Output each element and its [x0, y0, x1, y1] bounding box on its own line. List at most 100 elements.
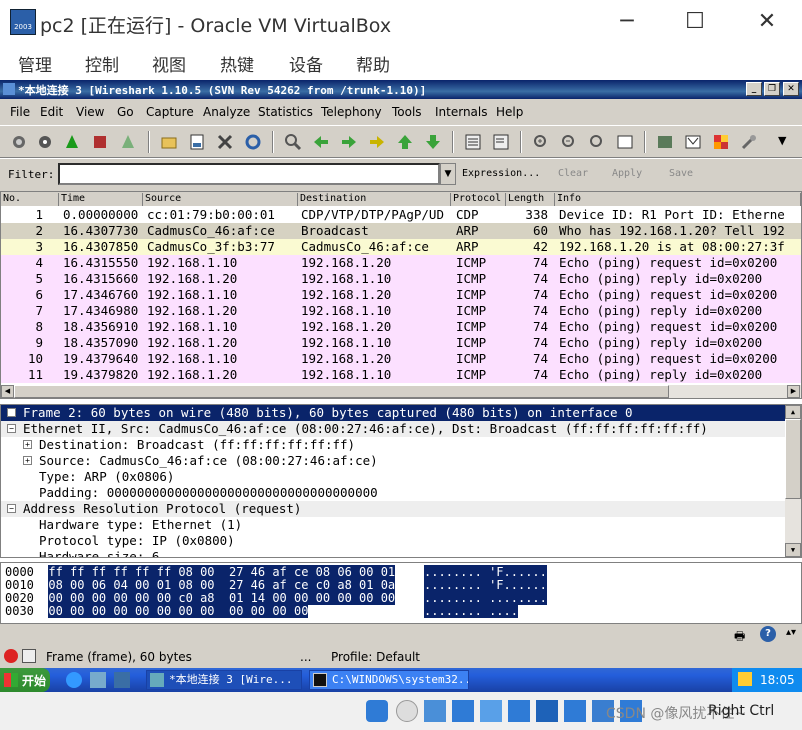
status-profile[interactable]: Profile: Default [331, 650, 420, 664]
packet-row[interactable]: 5 16.4315660 192.168.1.20 192.168.1.10 ICMP 7… [1, 271, 801, 287]
close-file-icon[interactable] [216, 133, 234, 151]
hex-ascii[interactable]: ........ ........ [424, 591, 547, 605]
close-button[interactable]: ✕ [752, 8, 782, 36]
scroll-right-icon[interactable]: ▶ [787, 385, 800, 398]
network-icon[interactable] [452, 700, 474, 722]
find-icon[interactable] [284, 133, 302, 151]
collapse-icon[interactable]: − [7, 504, 16, 513]
detail-row[interactable]: − Ethernet II, Src: CadmusCo_46:af:ce (08… [1, 421, 786, 437]
start-button[interactable]: 开始 [0, 668, 50, 692]
start-capture-icon[interactable] [63, 133, 81, 151]
menu-file[interactable]: File [10, 105, 30, 119]
col-no[interactable]: No. [1, 193, 59, 206]
col-time[interactable]: Time [59, 193, 143, 206]
detail-row[interactable]: − Address Resolution Protocol (request) [1, 501, 786, 517]
host-menu-help[interactable]: 帮助 [356, 51, 390, 76]
detail-row[interactable]: Hardware size: 6 [1, 549, 786, 557]
detail-row[interactable]: + Frame 2: 60 bytes on wire (480 bits), 6… [1, 405, 786, 421]
scroll-down-icon[interactable]: ▼ [785, 543, 801, 557]
packet-row[interactable]: 4 16.4315550 192.168.1.10 192.168.1.20 ICMP 7… [1, 255, 801, 271]
packet-row[interactable]: 6 17.4346760 192.168.1.10 192.168.1.20 ICMP 7… [1, 287, 801, 303]
scroll-left-icon[interactable]: ◀ [1, 385, 14, 398]
preferences-icon[interactable] [740, 133, 758, 151]
expert-info-icon[interactable] [4, 649, 18, 663]
detail-row[interactable]: Type: ARP (0x0806) [1, 469, 786, 485]
collapse-icon[interactable]: − [7, 424, 16, 433]
menu-statistics[interactable]: Statistics [258, 105, 313, 119]
menu-help[interactable]: Help [496, 105, 523, 119]
menu-capture[interactable]: Capture [146, 105, 194, 119]
colorize-icon[interactable] [464, 133, 482, 151]
menu-telephony[interactable]: Telephony [321, 105, 382, 119]
toolbar-overflow-icon[interactable]: ▼ [778, 134, 786, 147]
host-menu-control[interactable]: 控制 [85, 51, 119, 76]
save-filter-button[interactable]: Save [669, 168, 693, 179]
col-info[interactable]: Info [555, 193, 801, 206]
detail-row[interactable]: Padding: 0000000000000000000000000000000… [1, 485, 786, 501]
expand-icon[interactable]: + [7, 408, 16, 417]
hex-bytes[interactable]: ff ff ff ff ff ff 08 00 27 46 af ce 08 0… [48, 565, 396, 579]
interfaces-icon[interactable] [10, 133, 28, 151]
pane-stepper-icon[interactable]: ▴▾ [786, 627, 796, 638]
packet-row[interactable]: 7 17.4346980 192.168.1.20 192.168.1.10 ICMP 7… [1, 303, 801, 319]
display-filters-icon[interactable] [684, 133, 702, 151]
col-length[interactable]: Length [506, 193, 555, 206]
menu-edit[interactable]: Edit [40, 105, 63, 119]
capture-comments-icon[interactable] [22, 649, 36, 663]
clear-button[interactable]: Clear [558, 168, 588, 179]
hdd-icon[interactable] [366, 700, 388, 722]
filter-input[interactable] [58, 163, 440, 185]
filter-dropdown-button[interactable]: ▼ [440, 163, 456, 185]
packet-row[interactable]: 8 18.4356910 192.168.1.10 192.168.1.20 ICMP 7… [1, 319, 801, 335]
scroll-thumb[interactable] [785, 419, 801, 499]
capture-filters-icon[interactable] [656, 133, 674, 151]
packet-row[interactable]: 1 0.00000000 cc:01:79:b0:00:01 CDP/VTP/DTP/… [1, 207, 801, 223]
zoom-out-icon[interactable] [560, 133, 578, 151]
open-file-icon[interactable] [160, 133, 178, 151]
ie-icon[interactable] [66, 672, 82, 688]
task-cmd[interactable]: C:\WINDOWS\system32... [309, 670, 469, 690]
packet-row[interactable]: 11 19.4379820 192.168.1.20 192.168.1.10 ICMP… [1, 367, 801, 383]
packet-row[interactable]: 3 16.4307850 CadmusCo_3f:b3:77 CadmusCo_46:… [1, 239, 801, 255]
host-menu-devices[interactable]: 设备 [289, 51, 323, 76]
menu-go[interactable]: Go [117, 105, 134, 119]
wireshark-quicklaunch-icon[interactable] [114, 672, 130, 688]
minimize-button[interactable]: ─ [612, 8, 642, 36]
hex-bytes[interactable]: 08 00 06 04 00 01 08 00 27 46 af ce c0 a… [48, 578, 396, 592]
expand-icon[interactable]: + [23, 456, 32, 465]
save-file-icon[interactable] [188, 133, 206, 151]
coloring-rules-icon[interactable] [712, 133, 730, 151]
packet-row[interactable]: 2 16.4307730 CadmusCo_46:af:ce Broadcast ARP… [1, 223, 801, 239]
hex-ascii[interactable]: ........ .... [424, 604, 518, 618]
hex-bytes[interactable]: 00 00 00 00 00 00 00 00 00 00 00 00 [48, 604, 309, 618]
video-capture-icon[interactable] [564, 700, 586, 722]
display-icon[interactable] [536, 700, 558, 722]
guest-close-button[interactable]: ✕ [783, 82, 799, 96]
shared-folders-icon[interactable] [508, 700, 530, 722]
host-menu-hotkey[interactable]: 热键 [220, 51, 254, 76]
detail-row[interactable]: + Source: CadmusCo_46:af:ce (08:00:27:46:… [1, 453, 786, 469]
task-wireshark[interactable]: *本地连接 3 [Wire... [146, 670, 302, 690]
guest-minimize-button[interactable]: _ [746, 82, 762, 96]
go-to-packet-icon[interactable] [368, 133, 386, 151]
host-menu-view[interactable]: 视图 [152, 51, 186, 76]
detail-row[interactable]: Protocol type: IP (0x0800) [1, 533, 786, 549]
resize-columns-icon[interactable] [616, 133, 634, 151]
usb-icon[interactable] [480, 700, 502, 722]
packet-row[interactable]: 10 19.4379640 192.168.1.10 192.168.1.20 ICMP… [1, 351, 801, 367]
normal-size-icon[interactable] [588, 133, 606, 151]
go-forward-icon[interactable] [340, 133, 358, 151]
expression-button[interactable]: Expression... [462, 168, 540, 179]
desktop-icon[interactable] [90, 672, 106, 688]
menu-tools[interactable]: Tools [392, 105, 422, 119]
menu-internals[interactable]: Internals [435, 105, 488, 119]
hex-bytes[interactable]: 00 00 00 00 00 00 c0 a8 01 14 00 00 00 0… [48, 591, 396, 605]
zoom-in-icon[interactable] [532, 133, 550, 151]
options-icon[interactable] [36, 133, 54, 151]
go-first-icon[interactable] [396, 133, 414, 151]
packet-list-hscrollbar[interactable]: ◀ ▶ [1, 385, 801, 398]
detail-vscrollbar[interactable]: ▲ ▼ [785, 405, 801, 557]
hex-ascii[interactable]: ........ 'F...... [424, 578, 547, 592]
help-icon[interactable]: ? [760, 626, 776, 642]
col-destination[interactable]: Destination [298, 193, 451, 206]
